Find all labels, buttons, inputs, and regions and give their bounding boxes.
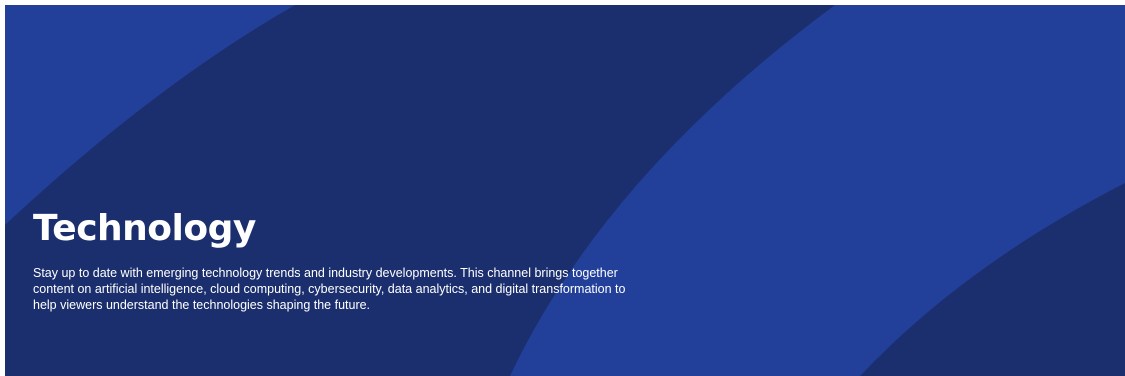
channel-description: Stay up to date with emerging technology… xyxy=(33,266,626,312)
channel-banner: Technology Stay up to date with emerging… xyxy=(5,5,1125,376)
banner-content: Technology Stay up to date with emerging… xyxy=(33,205,633,313)
channel-title: Technology xyxy=(33,208,256,249)
banner-background xyxy=(5,5,1125,376)
